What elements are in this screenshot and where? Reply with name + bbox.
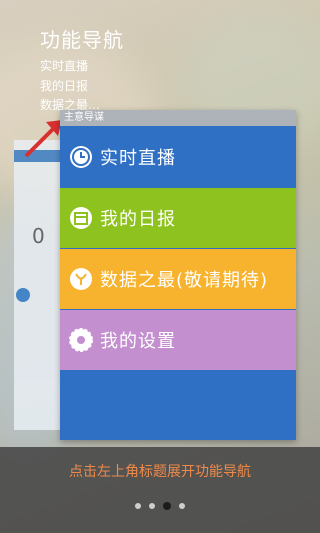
page-dot-active[interactable] xyxy=(163,502,171,510)
page-dot[interactable] xyxy=(149,503,155,509)
page-dot[interactable] xyxy=(135,503,141,509)
menu-item-daily-report[interactable]: 我的日报 xyxy=(60,188,296,248)
calendar-icon xyxy=(68,205,94,231)
guide-item-list: 实时直播 我的日报 数据之最… xyxy=(40,57,100,116)
menu-item-settings[interactable]: 我的设置 xyxy=(60,310,296,370)
panel-title[interactable]: 主意导谋 xyxy=(60,110,296,126)
trophy-icon xyxy=(68,266,94,292)
preview-badge xyxy=(16,288,30,302)
navigation-panel: 主意导谋 实时直播 我的日报 数据之最(敬请期待) 我的设置 xyxy=(60,110,296,440)
clock-icon xyxy=(68,144,94,170)
menu-label: 我的日报 xyxy=(100,209,176,230)
menu-label: 数据之最(敬请期待) xyxy=(100,270,269,291)
gear-icon xyxy=(68,327,94,353)
page-dot[interactable] xyxy=(179,503,185,509)
guide-item: 我的日报 xyxy=(40,78,89,93)
menu-item-live[interactable]: 实时直播 xyxy=(60,127,296,187)
menu-label: 我的设置 xyxy=(100,331,176,352)
hint-bar: 点击左上角标题展开功能导航 xyxy=(0,447,320,533)
preview-number: 0 xyxy=(32,224,45,248)
background-app-preview: 0 xyxy=(14,140,60,430)
hint-text: 点击左上角标题展开功能导航 xyxy=(69,464,251,480)
guide-title: 功能导航 xyxy=(40,28,124,52)
menu-label: 实时直播 xyxy=(100,148,176,169)
page-indicator xyxy=(0,502,320,510)
guide-item: 实时直播 xyxy=(40,59,89,73)
menu-item-data-records[interactable]: 数据之最(敬请期待) xyxy=(60,249,296,309)
